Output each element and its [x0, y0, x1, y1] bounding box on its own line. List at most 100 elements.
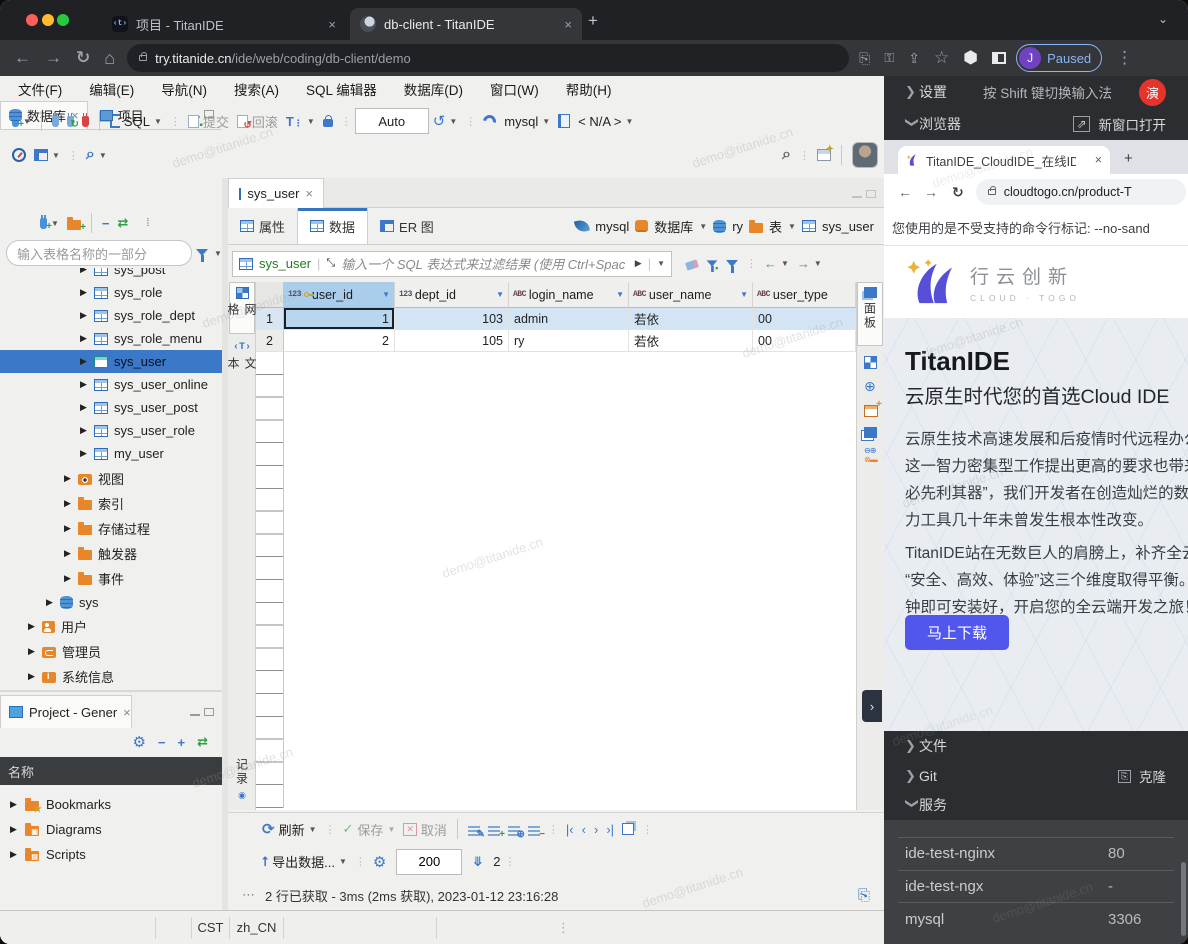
cell-user_name[interactable]: 若依 — [629, 308, 753, 330]
subtab-er-diagram[interactable]: ER 图 — [368, 208, 446, 244]
fetch-next-segment-icon[interactable]: ⤋ — [472, 854, 483, 870]
cell-login_name[interactable]: ry — [509, 330, 629, 352]
edit-row-button[interactable]: ✎ — [468, 823, 480, 836]
traffic-lights[interactable] — [26, 14, 69, 29]
browser-section-header[interactable]: ❯ 浏览器 ⇗ 新窗口打开 — [884, 108, 1188, 140]
fetch-settings-gear-icon[interactable]: ⚙ — [373, 853, 386, 871]
grid-row-2[interactable]: 2 2 105 ry 若依 00 — [256, 330, 856, 352]
extensions-puzzle-icon[interactable]: ⬢ — [963, 48, 978, 68]
kebab-menu-icon[interactable]: ⋮ — [1116, 48, 1133, 68]
column-header-dept_id[interactable]: 123dept_id▼ — [395, 282, 509, 308]
sql-editor-button[interactable]: SQL▼ — [110, 114, 162, 129]
fetch-all-button[interactable] — [622, 823, 634, 835]
last-page-button[interactable]: ›| — [606, 822, 614, 837]
calc-panel-icon[interactable] — [864, 424, 877, 439]
context-table-label[interactable]: 表 — [769, 217, 782, 236]
password-key-icon[interactable]: ⚿ — [884, 50, 894, 66]
forward-icon[interactable]: → — [45, 48, 62, 68]
browser-tab-projects[interactable]: ‹t› 项目 - TitanIDE × — [102, 8, 346, 40]
apply-filter-icon[interactable]: ▶ — [635, 258, 642, 269]
perspective-icon[interactable]: ✦ — [817, 149, 831, 161]
view-tab-panels[interactable]: 面板 — [857, 282, 883, 346]
collapse-all-icon[interactable]: − — [158, 735, 166, 750]
maximize-window-button[interactable] — [57, 14, 69, 26]
view-tab-grid[interactable]: 网格 — [229, 282, 255, 334]
context-database-label[interactable]: 数据库 — [654, 217, 693, 236]
address-bar[interactable]: try.titanide.cn/ide/web/coding/db-client… — [127, 44, 849, 72]
reload-icon[interactable]: ↻ — [952, 184, 964, 201]
minimize-window-button[interactable] — [42, 14, 54, 26]
active-database-selector[interactable]: mysql▼ — [504, 114, 550, 129]
row-number[interactable]: 2 — [256, 330, 284, 352]
tree-item-sys_user-selected[interactable]: ▶sys_user — [0, 350, 222, 373]
new-folder-button[interactable]: + — [67, 217, 81, 230]
subtab-properties[interactable]: 属性 — [228, 208, 297, 244]
disconnect-button[interactable] — [82, 116, 89, 127]
sort-icon[interactable]: ▼ — [740, 290, 748, 299]
cell-login_name[interactable]: admin — [509, 308, 629, 330]
menu-help[interactable]: 帮助(H) — [566, 79, 612, 99]
new-connection-small-button[interactable]: +▼ — [40, 218, 59, 229]
services-section-header[interactable]: ❯服务 — [884, 790, 1188, 820]
column-header-user_id[interactable]: 123user_id▼ — [284, 282, 395, 308]
settings-section-header[interactable]: ❯ 设置 按 Shift 键切换输入法 演 — [884, 76, 1188, 108]
first-page-button[interactable]: |‹ — [566, 822, 574, 837]
download-button[interactable]: 马上下载 — [905, 615, 1009, 650]
menu-file[interactable]: 文件(F) — [18, 79, 62, 99]
open-new-window-button[interactable]: 新窗口打开 — [1099, 114, 1167, 134]
prev-page-button[interactable]: ‹ — [582, 822, 586, 837]
files-section-header[interactable]: ❯文件 — [884, 731, 1188, 761]
close-window-button[interactable] — [26, 14, 38, 26]
cell-user_name[interactable]: 若依 — [629, 330, 753, 352]
refresh-button[interactable]: ⟳刷新▼ — [262, 820, 317, 839]
new-tab-button[interactable]: + — [588, 11, 598, 31]
side-panel-icon[interactable] — [992, 52, 1006, 64]
table-filter-input[interactable]: 输入表格名称的一部分 — [6, 240, 192, 266]
menu-sql-editor[interactable]: SQL 编辑器 — [306, 79, 377, 99]
git-clone-button[interactable]: 克隆 — [1139, 766, 1166, 786]
connect-button[interactable] — [52, 116, 59, 127]
transaction-mode-button[interactable]: T⋮▼ — [286, 114, 315, 129]
menu-database[interactable]: 数据库(D) — [404, 79, 463, 99]
nav-forward-value-icon[interactable]: →▼ — [797, 256, 822, 271]
link-with-editor-icon[interactable]: ⇄ — [197, 734, 208, 750]
column-header-user_name[interactable]: ABCuser_name▼ — [629, 282, 753, 308]
clear-filter-icon[interactable] — [686, 258, 698, 269]
row-number[interactable]: 1 — [256, 308, 284, 330]
close-icon[interactable]: × — [123, 705, 131, 720]
view-tab-text[interactable]: ‹T›文本 — [229, 338, 255, 388]
grid-row-1[interactable]: 1 1 103 admin 若依 00 — [256, 308, 856, 330]
metadata-icon[interactable]: ⊕ — [864, 378, 876, 395]
forward-icon[interactable]: → — [924, 184, 938, 200]
cell-user_id[interactable]: 1 — [284, 308, 395, 330]
tab-project-general[interactable]: Project - Gener × — [0, 695, 132, 728]
service-row-mysql[interactable]: mysql3306 — [884, 911, 1188, 928]
sash[interactable] — [0, 690, 222, 692]
context-table-name[interactable]: sys_user — [822, 219, 874, 234]
tab-search-chevron-icon[interactable]: ⌄ — [1158, 12, 1168, 26]
nav-back-value-icon[interactable]: ←▼ — [764, 256, 789, 271]
cell-user_type[interactable]: 00 — [753, 308, 856, 330]
filter-funnel-icon[interactable] — [196, 244, 208, 259]
rollback-button[interactable]: ↺回滚 — [237, 112, 278, 131]
more-icon[interactable]: ⋯ — [242, 887, 255, 903]
minimize-view-buttons[interactable] — [190, 704, 214, 719]
copy-status-icon[interactable]: ⎘ — [858, 887, 870, 904]
close-tab-icon[interactable]: × — [564, 17, 572, 32]
context-connection[interactable]: mysql — [595, 219, 629, 234]
tree-item-sys_post[interactable]: ▶sys_post — [0, 268, 222, 281]
commit-button[interactable]: ▪提交 — [188, 112, 229, 131]
value-viewer-icon[interactable] — [864, 354, 877, 369]
column-header-login_name[interactable]: ABClogin_name▼ — [509, 282, 629, 308]
cell-dept_id[interactable]: 105 — [395, 330, 509, 352]
menu-edit[interactable]: 编辑(E) — [89, 79, 134, 99]
fetch-size-input[interactable] — [396, 849, 462, 875]
gear-icon[interactable]: ⚙ — [132, 733, 145, 751]
browser-tab-dbclient[interactable]: db-client - TitanIDE × — [350, 8, 582, 40]
expand-filter-icon[interactable]: ⤡ — [326, 257, 335, 270]
panel-expander-handle[interactable]: › — [862, 690, 882, 722]
statusbar-drag-handle[interactable]: ⋮ — [557, 920, 570, 936]
tree-item-sys_user_role[interactable]: ▶sys_user_role — [0, 419, 222, 442]
menu-navigate[interactable]: 导航(N) — [161, 79, 207, 99]
tree-item-my_user[interactable]: ▶my_user — [0, 442, 222, 465]
